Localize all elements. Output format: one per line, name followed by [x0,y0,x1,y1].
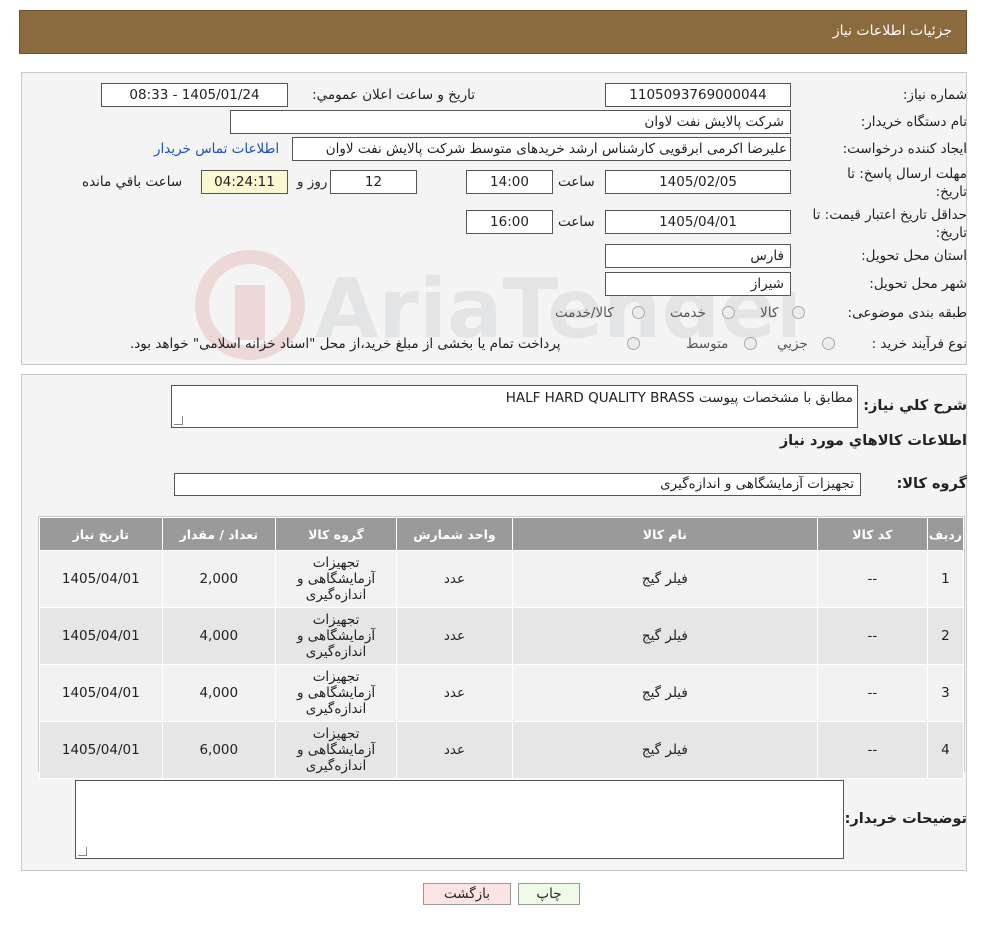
cell-group: تجهیزات آزمایشگاهی و اندازه‌گیری [274,664,398,722]
remaining-time-field: 04:24:11 [201,170,288,194]
buyer-org-field: شركت پالايش نفت لاوان [230,110,791,134]
validity-date-field: 1405/04/01 [605,210,791,234]
cell-code: -- [816,721,928,779]
col-unit: واحد شمارش [396,517,513,551]
process-option-medium: متوسط [686,336,729,352]
table-row: 4 -- فیلر گیج عدد تجهیزات آزمایشگاهی و ا… [39,721,965,779]
description-label: شرح كلي نياز: [863,398,967,414]
table-header-row: رديف كد كالا نام كالا واحد شمارش گروه كا… [39,517,965,551]
col-name: نام كالا [511,517,818,551]
resize-handle-icon[interactable] [78,847,87,856]
reply-deadline-label: مهلت ارسال پاسخ: تا [847,166,967,182]
cell-row: 4 [926,721,965,779]
cell-code: -- [816,607,928,665]
cell-group: تجهیزات آزمایشگاهی و اندازه‌گیری [274,607,398,665]
category-option-goods-service: كالا/خدمت [555,305,614,321]
cell-name: فیلر گیج [511,550,818,608]
cell-unit: عدد [396,721,513,779]
category-radio-service[interactable] [722,306,735,319]
table-row: 1 -- فیلر گیج عدد تجهیزات آزمایشگاهی و ا… [39,550,965,608]
table-row: 3 -- فیلر گیج عدد تجهیزات آزمایشگاهی و ا… [39,664,965,722]
col-qty: تعداد / مقدار [161,517,276,551]
cell-group: تجهیزات آزمایشگاهی و اندازه‌گیری [274,550,398,608]
buyer-notes-label: توضيحات خريدار: [844,811,967,827]
cell-row: 2 [926,607,965,665]
category-radio-goods[interactable] [792,306,805,319]
cell-qty: 4,000 [161,664,276,722]
announce-field: 1405/01/24 - 08:33 [101,83,288,107]
category-option-goods: كالا [760,305,779,321]
page-title: جزئیات اطلاعات نیاز [832,23,952,39]
days-field: 12 [330,170,417,194]
col-date: تاريخ نياز [39,517,163,551]
process-label: نوع فرآيند خريد : [871,336,967,352]
buyer-contact-link[interactable]: اطلاعات تماس خريدار [154,141,279,157]
need-number-label: شماره نياز: [902,87,967,103]
goods-group-label: گروه كالا: [896,476,967,492]
validity-label: حداقل تاريخ اعتبار قيمت: تا [812,207,967,223]
cell-date: 1405/04/01 [39,664,163,722]
announce-label: تاريخ و ساعت اعلان عمومي: [312,87,475,103]
cell-name: فیلر گیج [511,664,818,722]
city-field: شيراز [605,272,791,296]
buyer-org-label: نام دستگاه خريدار: [860,114,967,130]
cell-code: -- [816,550,928,608]
col-code: كد كالا [816,517,928,551]
process-radio-medium[interactable] [744,337,757,350]
cell-qty: 2,000 [161,550,276,608]
process-option-partial: جزيي [777,336,808,352]
cell-code: -- [816,664,928,722]
description-text: HALF HARD QUALITY BRASS مطابق با مشخصات … [505,390,853,406]
cell-unit: عدد [396,607,513,665]
province-label: استان محل تحويل: [861,248,967,264]
resize-handle-icon[interactable] [174,416,183,425]
table-row: 2 -- فیلر گیج عدد تجهیزات آزمایشگاهی و ا… [39,607,965,665]
remaining-label: ساعت باقي مانده [82,174,183,190]
cell-qty: 6,000 [161,721,276,779]
need-number-field: 1105093769000044 [605,83,791,107]
cell-qty: 4,000 [161,607,276,665]
creator-label: ايجاد كننده درخواست: [842,141,967,157]
process-note: پرداخت تمام يا بخشی از مبلغ خريد،از محل … [130,336,561,352]
cell-unit: عدد [396,550,513,608]
city-label: شهر محل تحويل: [869,276,967,292]
creator-field: عليرضا اكرمی ابرقویی کارشناس ارشد خريدها… [292,137,791,161]
cell-row: 3 [926,664,965,722]
cell-date: 1405/04/01 [39,607,163,665]
cell-row: 1 [926,550,965,608]
validity-label-2: تاريخ: [935,225,967,241]
items-table: رديف كد كالا نام كالا واحد شمارش گروه كا… [39,517,965,779]
buyer-notes-textarea[interactable] [75,780,844,859]
col-group: گروه كالا [274,517,398,551]
print-button[interactable]: چاپ [518,883,580,905]
reply-deadline-label-2: تاريخ: [935,184,967,200]
cell-date: 1405/04/01 [39,550,163,608]
process-radio-treasury[interactable] [627,337,640,350]
process-radio-partial[interactable] [822,337,835,350]
category-label: طبقه بندی موضوعی: [847,305,967,321]
cell-unit: عدد [396,664,513,722]
items-table-wrapper: رديف كد كالا نام كالا واحد شمارش گروه كا… [38,516,965,779]
col-row: رديف [926,517,965,551]
province-field: فارس [605,244,791,268]
goods-section-title: اطلاعات كالاهاي مورد نياز [779,433,967,449]
cell-group: تجهیزات آزمایشگاهی و اندازه‌گیری [274,721,398,779]
days-label: روز و [297,174,328,190]
reply-time-field: 14:00 [466,170,553,194]
description-textarea[interactable]: HALF HARD QUALITY BRASS مطابق با مشخصات … [171,385,858,428]
validity-time-label: ساعت [558,214,595,230]
cell-name: فیلر گیج [511,721,818,779]
page-header: جزئیات اطلاعات نیاز [19,10,967,54]
cell-name: فیلر گیج [511,607,818,665]
goods-group-field: تجهیزات آزمایشگاهی و اندازه‌گیری [174,473,861,496]
cell-date: 1405/04/01 [39,721,163,779]
validity-time-field: 16:00 [466,210,553,234]
category-radio-goods-service[interactable] [632,306,645,319]
back-button[interactable]: بازگشت [423,883,511,905]
category-option-service: خدمت [670,305,706,321]
reply-date-field: 1405/02/05 [605,170,791,194]
reply-time-label: ساعت [558,174,595,190]
